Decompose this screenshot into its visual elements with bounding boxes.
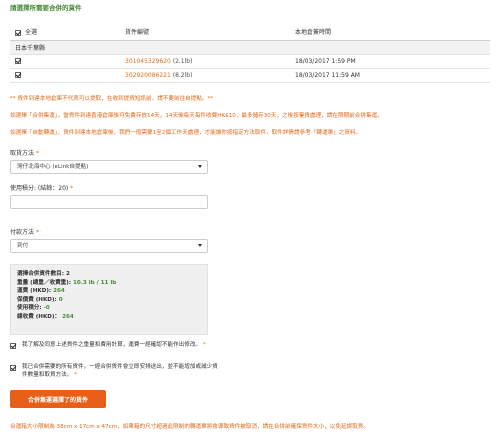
- order-summary: 選擇合併貨件數目: 2 重量 (總重／收費重): 10.3 lb / 11 lb…: [10, 264, 208, 335]
- select-all-checkbox[interactable]: [15, 29, 21, 36]
- chevron-down-icon: [198, 244, 202, 247]
- notice-auto-forward: 如選擇「自動轉運」，貨件到達本地倉庫後，我們一般需要1至2個工作天處理，才能讓你…: [10, 130, 362, 136]
- tracking-column-header: 貨件編號: [120, 24, 290, 41]
- payment-method-value: 到付: [17, 243, 29, 249]
- summary-weight: 重量 (總重／收費重): 10.3 lb / 11 lb: [17, 279, 117, 286]
- notice-consolidation: 如選擇「合併集運」，當貨件到達香港倉庫後可免費存放14天，14天後每天每件收費H…: [10, 113, 383, 119]
- agree-weight-fee[interactable]: 我了解及同意上述貨件之重量和費用計算，運費一經確認不能作出修改。 *: [10, 342, 220, 350]
- summary-points: 使用積分: -0: [17, 305, 50, 311]
- notice-pickup-sms: ** 貨件到達本地倉庫不代表可以提取，在收到提貨短訊前，請不要前往自提點。**: [10, 96, 214, 102]
- table-row: 302920086221 (8.2lb) 18/03/2017 11:59 AM: [10, 68, 490, 83]
- select-all-label: 全選: [25, 29, 38, 37]
- agree-consolidate-checkbox[interactable]: [10, 365, 16, 371]
- consolidate-submit-button[interactable]: 合併集運選擇了的貨件: [10, 390, 106, 408]
- summary-count: 選擇合併貨件數目: 2: [17, 271, 70, 277]
- row-checkbox[interactable]: [15, 58, 21, 64]
- table-row: 301045329620 (2.1lb) 18/03/2017 1:59 PM: [10, 54, 490, 69]
- agree-consolidate-text: 我已合併需要的所有貨件，一經合併貨件會立即安排送出，並不能增加或減少貨件數量和取…: [22, 364, 218, 378]
- arrival-time: 18/03/2017 11:59 AM: [290, 68, 490, 83]
- group-row: 日本千葉縣: [10, 40, 490, 55]
- points-label: 使用積分: (結餘：20) *: [10, 185, 74, 192]
- payment-method-label: 付款方法 *: [10, 229, 39, 236]
- shipment-table: 全選 貨件編號 本地倉簽時間 日本千葉縣 301045329620 (2.1lb…: [10, 24, 490, 83]
- agree-weight-text: 我了解及同意上述貨件之重量和費用計算，運費一經確認不能作出修改。: [22, 342, 202, 348]
- pickup-method-select[interactable]: 灣仔北海中心 (eLink自提點): [10, 160, 208, 174]
- points-input[interactable]: [10, 195, 208, 209]
- summary-insurance: 保價費 (HKD): 0: [17, 296, 63, 303]
- agree-consolidate-all[interactable]: 我已合併需要的所有貨件，一經合併貨件會立即安排送出，並不能增加或減少貨件數量和取…: [10, 364, 220, 379]
- time-column-header: 本地倉簽時間: [290, 24, 490, 41]
- weight-text: (8.2lb): [172, 71, 193, 79]
- table-header-row: 全選 貨件編號 本地倉簽時間: [10, 24, 490, 41]
- summary-total: 總收費 (HKD)： 264: [17, 313, 74, 320]
- pickup-method-label: 取貨方法 *: [10, 150, 39, 157]
- weight-text: (2.1lb): [172, 57, 193, 65]
- payment-method-select[interactable]: 到付: [10, 239, 208, 253]
- row-checkbox[interactable]: [15, 72, 21, 78]
- summary-shipping: 運費 (HKD): 264: [17, 288, 65, 294]
- select-all-cell[interactable]: 全選: [10, 24, 120, 41]
- page-title: 請選擇所需要合併的貨件: [10, 4, 82, 12]
- group-name: 日本千葉縣: [10, 40, 490, 55]
- chevron-down-icon: [198, 165, 202, 168]
- agree-weight-checkbox[interactable]: [10, 343, 16, 349]
- footer-note: 合運箱大小限制為 38cm x 17cm x 47cm，如果箱的尺寸超過此限制的…: [10, 424, 369, 430]
- tracking-link[interactable]: 302920086221: [125, 72, 171, 79]
- pickup-method-value: 灣仔北海中心 (eLink自提點): [17, 164, 89, 170]
- arrival-time: 18/03/2017 1:59 PM: [290, 54, 490, 69]
- tracking-link[interactable]: 301045329620: [125, 58, 171, 65]
